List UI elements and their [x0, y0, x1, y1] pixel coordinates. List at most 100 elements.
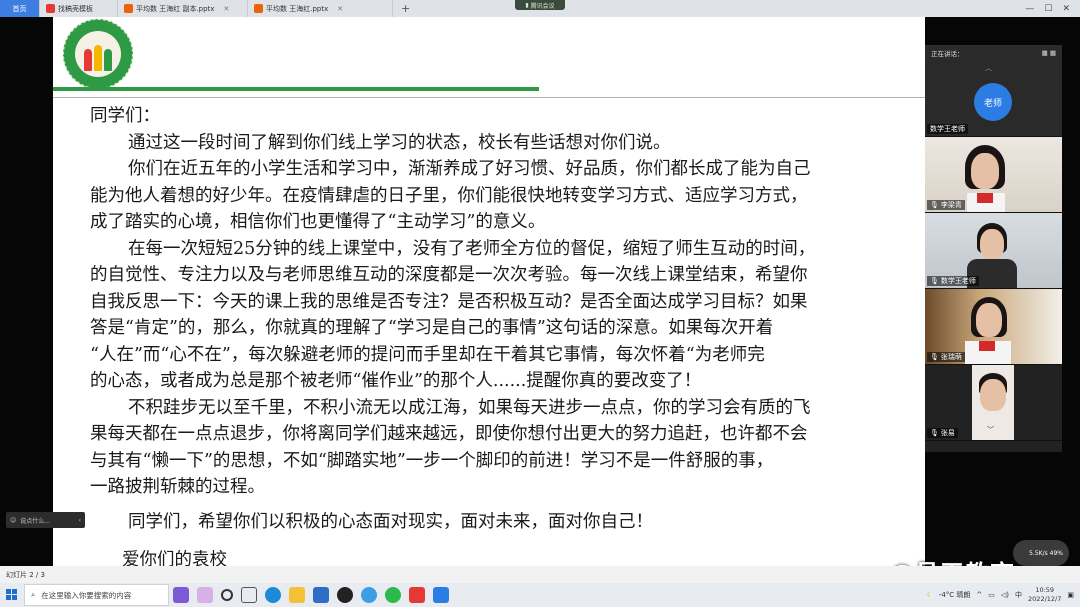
- taskbar-search[interactable]: ⌕ 在这里输入你要搜索的内容: [24, 584, 169, 606]
- edge-icon[interactable]: [265, 587, 281, 603]
- letter-line: 成了踏实的心境，相信你们也更懂得了“主动学习”的意义。: [90, 212, 546, 232]
- search-placeholder: 在这里输入你要搜索的内容: [41, 590, 132, 600]
- network-status: 5.5K/s 49%: [1013, 540, 1069, 566]
- ime-indicator[interactable]: 中: [1015, 590, 1022, 600]
- mail-icon[interactable]: [313, 587, 329, 603]
- minimize-icon[interactable]: —: [1025, 4, 1034, 14]
- header-divider: [53, 97, 925, 98]
- meeting-indicator-label: 腾讯会议: [530, 2, 555, 10]
- chevron-down-icon[interactable]: ﹀: [987, 425, 994, 435]
- letter-line: 能为他人着想的好少年。在疫情肆虐的日子里，你们能很快地转变学习方式、适应学习方式…: [90, 185, 808, 206]
- template-icon: [46, 4, 55, 13]
- meeting-indicator[interactable]: ▮ 腾讯会议: [515, 0, 565, 10]
- clock-time: 10:59: [1035, 586, 1055, 594]
- letter-line: 的心态，或者成为总是那个被老师“催作业”的那个人......提醒你真的要改变了！: [90, 371, 702, 391]
- header-accent-rule: [53, 87, 539, 91]
- close-window-icon[interactable]: ✕: [1062, 4, 1070, 14]
- windows-icon: [6, 589, 17, 600]
- emoji-icon[interactable]: ☺: [10, 517, 16, 524]
- letter-line: “人在”而“心不在”，每次躲避老师的提问而手里却在干着其它事情，每次怀着“为老师…: [90, 344, 765, 365]
- window-controls: — ☐ ✕: [1025, 0, 1080, 17]
- participant-tile[interactable]: 🎙 张瑞萌: [925, 289, 1062, 365]
- letter-line: 通过这一段时间了解到你们线上学习的状态，校长有些话想对你们说。: [128, 132, 671, 153]
- file-explorer-icon[interactable]: [289, 587, 305, 603]
- volume-icon[interactable]: ◁): [1001, 591, 1009, 599]
- letter-line: 不积跬步无以至千里，不积小流无以成江海，如果每天进步一点点，你的学习会有质的飞: [128, 397, 811, 418]
- ie-icon[interactable]: [361, 587, 377, 603]
- search-icon: ⌕: [31, 590, 36, 599]
- pptx-icon: [254, 4, 263, 13]
- participant-name: 数学王老师: [927, 124, 968, 134]
- slide-status-bar: 幻灯片 2 / 3: [0, 566, 1080, 583]
- letter-line: 你们在近五年的小学生活和学习中，渐渐养成了好习惯、好品质，你们都长成了能为自己: [128, 159, 811, 179]
- meeting-app-icon[interactable]: [433, 587, 449, 603]
- participant-tile[interactable]: 🎙 李梁青: [925, 137, 1062, 213]
- participant-tile[interactable]: ︿ 老师 数学王老师: [925, 61, 1062, 137]
- close-icon[interactable]: ✕: [337, 5, 343, 13]
- slide-counter: 幻灯片 2 / 3: [6, 570, 45, 579]
- media-app-icon[interactable]: [197, 587, 213, 603]
- chevron-left-icon[interactable]: ‹: [79, 517, 81, 524]
- widgets-icon[interactable]: [241, 587, 257, 603]
- tab-label: 平均数 王海红.pptx: [266, 4, 329, 13]
- tab-pptx[interactable]: 平均数 王海红.pptx ✕: [248, 0, 393, 17]
- tab-label: 平均数 王海红 副本.pptx: [136, 4, 215, 13]
- participants-panel: 正在讲话： ▦ ▦ ︿ 老师 数学王老师 🎙 李梁青 🎙 数学王老师 🎙 张瑞萌…: [925, 45, 1062, 452]
- participant-name: 🎙 数学王老师: [927, 276, 979, 286]
- close-icon[interactable]: ✕: [223, 5, 229, 13]
- letter-line: 在每一次短短25分钟的线上课堂中，没有了老师全方位的督促，缩短了师生互动的时间，: [128, 238, 816, 259]
- participant-name: 🎙 李梁青: [927, 200, 965, 210]
- letter-line: 答是“肯定”的，那么，你就真的理解了“学习是自己的事情”这句话的深意。如果每次开…: [90, 318, 774, 338]
- wechat-icon[interactable]: [385, 587, 401, 603]
- greeting: 同学们：: [90, 106, 160, 126]
- letter-line: 的自觉性、专注力以及与老师思维互动的深度都是一次次考验。每一次线上课堂结束，希望…: [90, 265, 808, 285]
- tab-home[interactable]: 首页: [0, 0, 40, 17]
- mic-icon: 🎙: [930, 277, 939, 285]
- notification-icon[interactable]: ▣: [1067, 591, 1074, 599]
- mic-icon: 🎙: [930, 201, 939, 209]
- video-app-icon[interactable]: [173, 587, 189, 603]
- chevron-up-icon[interactable]: ^: [976, 591, 982, 599]
- tab-home-label: 首页: [12, 4, 27, 13]
- tab-label: 找稿壳模板: [58, 4, 93, 13]
- letter-line: 与其有“懒一下”的思想，不如“脚踏实地”一步一个脚印的前进！学习不是一件舒服的事…: [90, 450, 774, 471]
- letter-line: 同学们，希望你们以积极的心态面对现实，面对未来，面对你自己！: [128, 511, 653, 532]
- panel-header: 正在讲话： ▦ ▦: [925, 45, 1062, 61]
- qq-icon[interactable]: [337, 587, 353, 603]
- letter-line: 一路披荆斩棘的过程。: [90, 477, 265, 497]
- weather-icon: ☾: [926, 591, 933, 599]
- task-view-icon[interactable]: [221, 589, 233, 601]
- letter-line: 果每天都在一点点退步，你将离同学们越来越远，即使你想付出更大的努力追赶，也许都不…: [90, 424, 808, 444]
- wps-icon[interactable]: [409, 587, 425, 603]
- avatar: 老师: [974, 83, 1012, 121]
- weather-text[interactable]: -4°C 晴朗: [939, 590, 971, 600]
- taskbar: ⌕ 在这里输入你要搜索的内容 ☾ -4°C 晴朗 ^ ▭ ◁) 中 10:59 …: [0, 583, 1080, 607]
- pptx-icon: [124, 4, 133, 13]
- participant-name: 🎙 张易: [927, 428, 958, 438]
- mic-icon: 🎙: [930, 353, 939, 361]
- speaking-label: 正在讲话：: [931, 50, 964, 58]
- network-speed: 5.5K/s 49%: [1029, 549, 1063, 557]
- participant-tile[interactable]: ﹀ 🎙 张易: [925, 365, 1062, 441]
- letter-line: 自我反思一下：今天的课上我的思维是否专注？是否积极互动？是否全面达成学习目标？如…: [90, 291, 808, 312]
- new-tab-button[interactable]: +: [393, 0, 418, 17]
- school-logo: [63, 19, 133, 89]
- network-icon[interactable]: ▭: [988, 591, 995, 599]
- chat-placeholder: 说点什么...: [20, 517, 50, 525]
- chat-input-tab[interactable]: ☺ 说点什么... ‹: [6, 512, 85, 528]
- participant-tile[interactable]: 🎙 数学王老师: [925, 213, 1062, 289]
- clock-date: 2022/12/7: [1028, 595, 1062, 603]
- slide: 同学们： 通过这一段时间了解到你们线上学习的状态，校长有些话想对你们说。你们在近…: [53, 17, 925, 566]
- tab-pptx-copy[interactable]: 平均数 王海红 副本.pptx ✕: [118, 0, 248, 17]
- chevron-up-icon[interactable]: ︿: [985, 63, 992, 73]
- start-button[interactable]: [0, 583, 24, 607]
- participant-name: 🎙 张瑞萌: [927, 352, 965, 362]
- maximize-icon[interactable]: ☐: [1044, 4, 1052, 14]
- signature: 爱你们的袁校: [122, 550, 227, 566]
- letter-body: 同学们： 通过这一段时间了解到你们线上学习的状态，校长有些话想对你们说。你们在近…: [90, 103, 925, 566]
- screen: 首页 找稿壳模板 平均数 王海红 副本.pptx ✕ 平均数 王海红.pptx …: [0, 0, 1080, 607]
- grid-view-icon[interactable]: ▦ ▦: [1042, 49, 1056, 57]
- tab-templates[interactable]: 找稿壳模板: [40, 0, 118, 17]
- clock[interactable]: 10:59 2022/12/7: [1028, 586, 1061, 604]
- signal-icon: ▮: [525, 1, 529, 9]
